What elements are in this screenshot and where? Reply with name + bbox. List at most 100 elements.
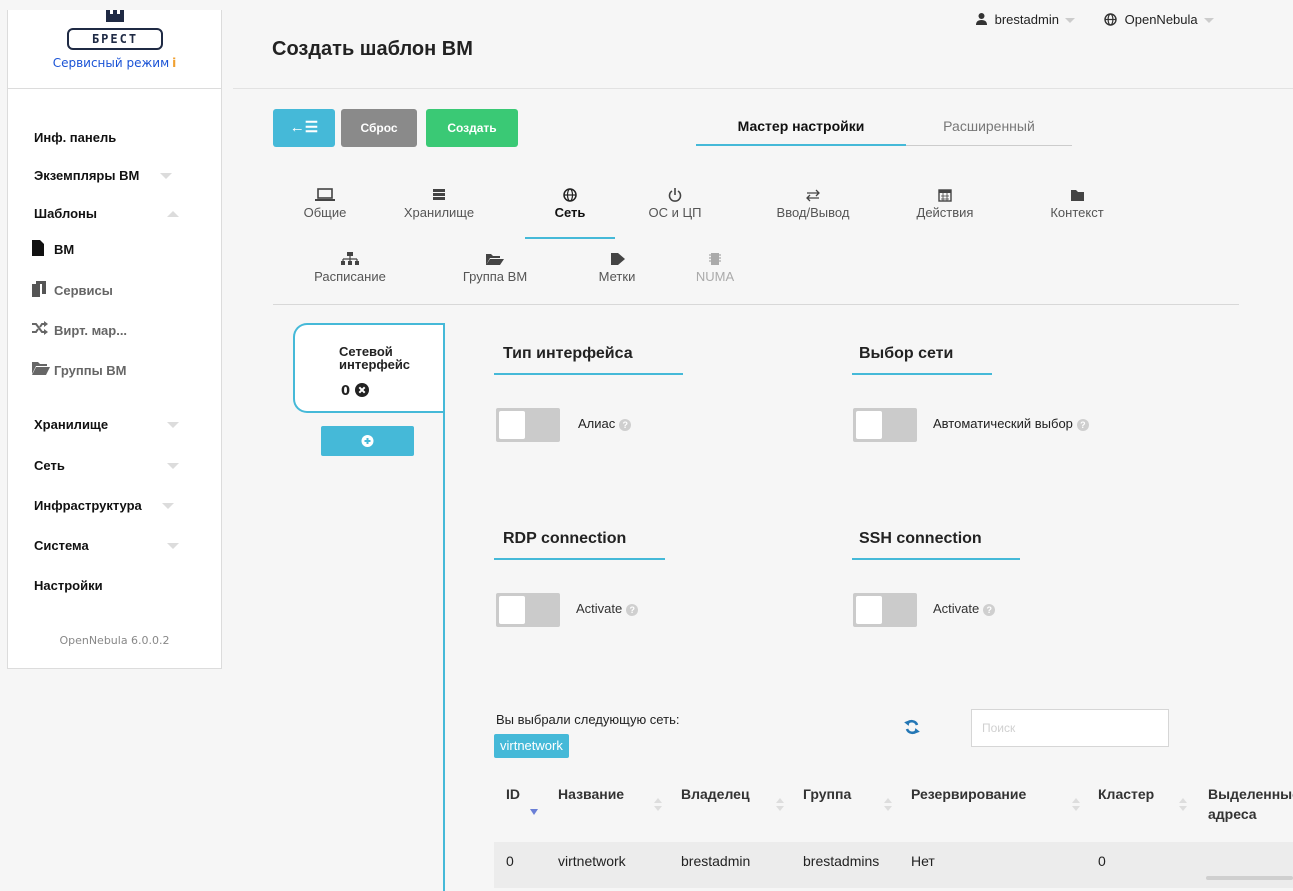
nic-tab-label: Сетевой интерфейс — [339, 344, 411, 372]
info-icon[interactable]: i — [172, 56, 176, 70]
tab-context[interactable]: Контекст — [1027, 187, 1127, 220]
sidebar-item-vms[interactable]: Экземпляры ВМ — [34, 168, 139, 183]
sidebar-item-storage[interactable]: Хранилище — [34, 417, 108, 432]
section-underline — [494, 558, 665, 560]
chevron-up-icon — [167, 211, 179, 217]
sidebar-subitem-label: Сервисы — [54, 283, 113, 298]
brand-logo[interactable]: БРЕСТ — [67, 28, 163, 50]
selected-network-badge: virtnetwork — [494, 734, 569, 758]
ssh-toggle[interactable] — [853, 593, 917, 627]
help-icon[interactable]: ? — [1076, 418, 1089, 431]
back-to-list-button[interactable]: ←☰ — [273, 109, 335, 147]
tab-network[interactable]: Сеть — [535, 187, 605, 220]
tab-label: Расписание — [314, 269, 386, 284]
sidebar-item-system[interactable]: Система — [34, 538, 89, 553]
chevron-down-icon — [167, 422, 179, 428]
column-header-reservation[interactable]: Резервирование — [911, 784, 1026, 804]
sidebar: БРЕСТ Сервисный режим i Инф. панель Экзем… — [7, 10, 222, 669]
tab-vm-group[interactable]: Группа ВМ — [436, 251, 554, 284]
zone-name: OpenNebula — [1124, 12, 1198, 27]
tab-label: Сеть — [554, 205, 586, 220]
reset-button[interactable]: Сброс — [341, 109, 417, 147]
sitemap-icon — [341, 252, 359, 265]
cell-reservation: Нет — [911, 853, 935, 869]
auto-select-text: Автоматический выбор — [933, 416, 1073, 431]
refresh-icon[interactable] — [904, 719, 920, 735]
help-icon[interactable]: ? — [619, 418, 632, 431]
help-icon[interactable]: ? — [626, 603, 639, 616]
sort-desc-icon — [1072, 806, 1080, 811]
zone-menu[interactable]: OpenNebula — [1104, 12, 1214, 27]
column-header-cluster[interactable]: Кластер — [1098, 784, 1154, 804]
tab-divider — [906, 145, 1072, 146]
tab-label: Ввод/Вывод — [776, 205, 850, 220]
sidebar-subitem-services[interactable]: Сервисы — [32, 281, 113, 298]
column-header-group[interactable]: Группа — [803, 784, 851, 804]
alias-label: Алиас? — [578, 416, 632, 431]
user-icon — [976, 13, 987, 25]
help-icon[interactable]: ? — [983, 603, 996, 616]
create-button[interactable]: Создать — [426, 109, 518, 147]
tower-logo-icon — [106, 10, 124, 22]
tab-numa: NUMA — [685, 251, 745, 284]
toggle-knob — [499, 596, 525, 624]
section-title-ssh: SSH connection — [859, 530, 982, 547]
sidebar-item-dashboard[interactable]: Инф. панель — [34, 130, 116, 145]
sidebar-subitem-vmgroups[interactable]: Группы ВМ — [32, 362, 127, 378]
sort-asc-icon — [654, 798, 662, 803]
globe-icon — [1104, 13, 1117, 26]
cell-group: brestadmins — [803, 853, 880, 869]
user-menu[interactable]: brestadmin — [976, 12, 1075, 27]
sidebar-subitem-label: Группы ВМ — [54, 363, 127, 378]
tab-storage[interactable]: Хранилище — [392, 187, 486, 220]
tab-active-indicator — [696, 144, 906, 146]
section-underline — [494, 373, 683, 375]
network-search-input[interactable] — [971, 709, 1169, 747]
column-header-owner[interactable]: Владелец — [681, 784, 750, 804]
rdp-toggle[interactable] — [496, 593, 560, 627]
sidebar-subitem-vm[interactable]: ВМ — [32, 240, 74, 257]
section-tabs-divider — [273, 304, 1239, 305]
tab-general[interactable]: Общие — [290, 187, 360, 220]
alias-toggle[interactable] — [496, 408, 560, 442]
alias-text: Алиас — [578, 416, 616, 431]
sort-desc-icon — [776, 806, 784, 811]
sort-desc-icon — [654, 806, 662, 811]
service-mode-label[interactable]: Сервисный режим i — [8, 56, 221, 70]
power-icon — [668, 188, 682, 202]
tab-advanced[interactable]: Расширенный — [906, 118, 1072, 134]
files-icon — [32, 281, 46, 297]
sidebar-item-templates[interactable]: Шаблоны — [34, 206, 97, 221]
user-name: brestadmin — [994, 12, 1059, 27]
nic-tab[interactable]: Сетевой интерфейс 0 — [293, 323, 445, 413]
sidebar-item-settings[interactable]: Настройки — [34, 578, 103, 593]
auto-select-toggle[interactable] — [853, 408, 917, 442]
globe-icon — [563, 188, 577, 202]
sidebar-item-infrastructure[interactable]: Инфраструктура — [34, 498, 142, 513]
rdp-text: Activate — [576, 601, 623, 616]
sidebar-subitem-label: Вирт. мар... — [54, 323, 128, 338]
tab-actions[interactable]: Действия — [905, 187, 985, 220]
sidebar-item-network[interactable]: Сеть — [34, 458, 65, 473]
laptop-icon — [315, 188, 335, 201]
remove-nic-icon[interactable] — [354, 383, 369, 397]
column-header-name[interactable]: Название — [558, 784, 624, 804]
folder-open-icon — [32, 362, 50, 375]
tab-wizard[interactable]: Мастер настройки — [696, 118, 906, 134]
tab-label: Общие — [303, 205, 347, 220]
chevron-down-icon — [162, 503, 174, 509]
column-header-leases[interactable]: Выделенные адреса — [1208, 784, 1293, 824]
column-header-id[interactable]: ID — [506, 784, 520, 804]
add-nic-button[interactable] — [321, 426, 414, 456]
chevron-down-icon — [160, 173, 172, 179]
tab-io[interactable]: Ввод/Вывод — [758, 187, 868, 220]
tab-scheduling[interactable]: Расписание — [290, 251, 410, 284]
chevron-down-icon — [167, 463, 179, 469]
cell-owner: brestadmin — [681, 853, 751, 869]
tab-os-cpu[interactable]: ОС и ЦП — [637, 187, 713, 220]
sort-asc-icon — [776, 798, 784, 803]
tab-labels[interactable]: Метки — [577, 251, 657, 284]
toggle-knob — [856, 596, 882, 624]
sidebar-subitem-vrouters[interactable]: Вирт. мар... — [32, 321, 128, 338]
sort-desc-icon — [530, 809, 538, 815]
